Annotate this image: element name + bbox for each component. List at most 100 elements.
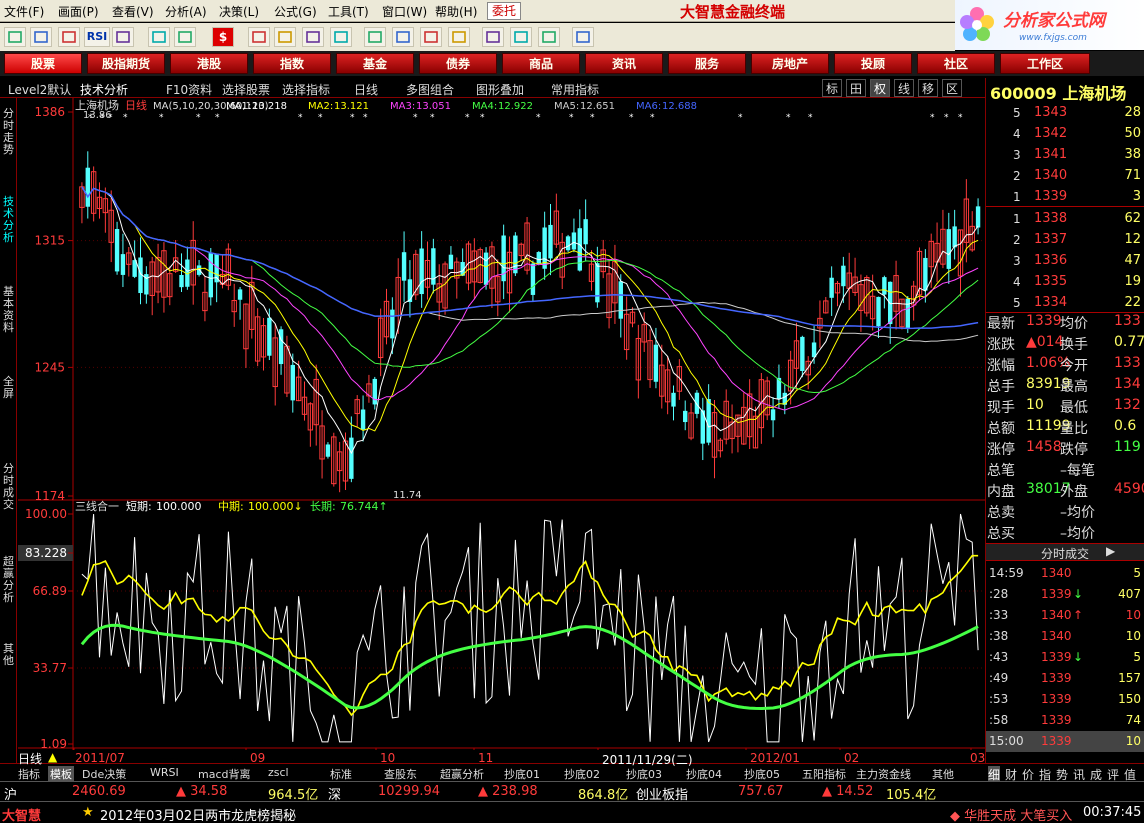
buy-row[interactable]: 1 1338 62	[986, 208, 1144, 229]
menu-tools[interactable]: 工具(T)	[328, 3, 369, 20]
grid-icon[interactable]	[112, 27, 134, 47]
nav-community[interactable]: 社区	[917, 53, 995, 74]
nav-bond[interactable]: 债券	[419, 53, 497, 74]
f10-info-button[interactable]: F10资料	[166, 81, 212, 98]
nav-fund[interactable]: 基金	[336, 53, 414, 74]
signal-icon[interactable]	[248, 27, 270, 47]
alert-ticker[interactable]: ◆ 华胜天成 大笔买入	[950, 805, 1072, 823]
diamond-icon[interactable]	[364, 27, 386, 47]
menu-decision[interactable]: 决策(L)	[219, 3, 259, 20]
window-icon[interactable]	[482, 27, 504, 47]
mode-move-button[interactable]: 移	[918, 79, 938, 97]
multi-chart-button[interactable]: 多图组合	[406, 81, 454, 98]
mode-mark-button[interactable]: 标	[822, 79, 842, 97]
indicator-tab[interactable]: 指标	[18, 766, 40, 782]
indicator-tab[interactable]: 超赢分析	[440, 766, 484, 782]
indicator-tab[interactable]: 五阳指标	[802, 766, 846, 782]
indicator-tab[interactable]: 模板	[48, 766, 74, 782]
nav-realestate[interactable]: 房地产	[751, 53, 829, 74]
crosshair-icon[interactable]	[148, 27, 170, 47]
mode-line-button[interactable]: 线	[894, 79, 914, 97]
rsi-icon[interactable]: RSI	[84, 27, 110, 47]
common-indicator-button[interactable]: 常用指标	[551, 81, 599, 98]
menu-file[interactable]: 文件(F)	[4, 3, 44, 20]
buy-row[interactable]: 2 1337 12	[986, 229, 1144, 250]
mode-grid-button[interactable]: 田	[846, 79, 866, 97]
select-indicator-button[interactable]: 选择指标	[282, 81, 330, 98]
indicator-tab[interactable]: zscl	[268, 766, 289, 779]
weituo-button[interactable]: 委托	[487, 2, 522, 20]
menu-view-screen[interactable]: 画面(P)	[58, 3, 99, 20]
tab-fullscreen[interactable]: 全屏	[0, 376, 17, 416]
indicator-tab[interactable]: 标准	[330, 766, 352, 782]
indicator-tab[interactable]: 抄底01	[504, 766, 540, 782]
period-caption[interactable]: 日线	[18, 750, 42, 767]
mode-fuquan-button[interactable]: 权	[870, 79, 890, 97]
play-icon[interactable]: ▶	[1106, 544, 1115, 558]
indicator-tab[interactable]: 查股东	[384, 766, 417, 782]
flag-icon[interactable]	[302, 27, 324, 47]
nav-commodity[interactable]: 商品	[502, 53, 580, 74]
sell-row[interactable]: 4 1342 50	[986, 123, 1144, 144]
indicator-tab[interactable]: WRSI	[150, 766, 179, 779]
display-icon[interactable]	[30, 27, 52, 47]
circle-icon[interactable]	[420, 27, 442, 47]
menu-formula[interactable]: 公式(G)	[274, 3, 317, 20]
indicator-tab[interactable]: 抄底04	[686, 766, 722, 782]
tab-other[interactable]: 其他	[0, 643, 17, 683]
mode-zone-button[interactable]: 区	[942, 79, 962, 97]
tab-time-trade[interactable]: 分时成交	[0, 463, 17, 523]
level2-default-button[interactable]: Level2默认	[8, 81, 71, 98]
nav-hk[interactable]: 港股	[170, 53, 248, 74]
chart-overlay-button[interactable]: 图形叠加	[476, 81, 524, 98]
buy-row[interactable]: 4 1335 19	[986, 271, 1144, 292]
menu-window[interactable]: 窗口(W)	[382, 3, 427, 20]
news-ticker[interactable]: 2012年03月02日两市龙虎榜揭秘	[100, 805, 296, 823]
tab-tech-analysis[interactable]: 技术分析	[0, 196, 17, 256]
tab-super-win[interactable]: 超赢分析	[0, 556, 17, 616]
indicator-tab[interactable]: Dde决策	[82, 766, 126, 782]
buy-row[interactable]: 5 1334 22	[986, 292, 1144, 313]
indicator-name: 三线合一	[75, 499, 119, 513]
nav-futures[interactable]: 股指期货	[87, 53, 165, 74]
nav-news[interactable]: 资讯	[585, 53, 663, 74]
tech-analysis-button[interactable]: 技术分析	[80, 81, 128, 98]
dollar-icon[interactable]: $	[212, 27, 234, 47]
period-daily-button[interactable]: 日线	[354, 81, 378, 98]
indicator-tab[interactable]: 其他	[932, 766, 954, 782]
nav-service[interactable]: 服务	[668, 53, 746, 74]
sell-row[interactable]: 5 1343 28	[986, 102, 1144, 123]
kline-chart[interactable]: 1386 1315 1245 1174 100.00 83.228 66.89 33.77 1.…	[18, 98, 985, 750]
ruler-icon[interactable]	[174, 27, 196, 47]
ticks-header[interactable]: 分时成交 ▶	[986, 543, 1144, 561]
data-icon[interactable]	[538, 27, 560, 47]
back-icon[interactable]	[4, 27, 26, 47]
nav-stocks[interactable]: 股票	[4, 53, 82, 74]
tab-basic-info[interactable]: 基本资料	[0, 286, 17, 356]
nav-index[interactable]: 指数	[253, 53, 331, 74]
tab-intraday[interactable]: 分时走势	[0, 108, 17, 168]
menu-analysis[interactable]: 分析(A)	[165, 3, 207, 20]
chart-icon[interactable]	[58, 27, 80, 47]
indicator-tab[interactable]: 抄底02	[564, 766, 600, 782]
help-icon[interactable]	[572, 27, 594, 47]
candy-icon[interactable]	[392, 27, 414, 47]
indicator-tab[interactable]: 抄底03	[626, 766, 662, 782]
select-stock-button[interactable]: 选择股票	[222, 81, 270, 98]
alert-icon[interactable]	[330, 27, 352, 47]
sell-row[interactable]: 3 1341 38	[986, 144, 1144, 165]
menu-view[interactable]: 查看(V)	[112, 3, 154, 20]
nav-advisor[interactable]: 投顾	[834, 53, 912, 74]
indicator-tab[interactable]: macd背离	[198, 766, 251, 782]
indicator-tab[interactable]: 抄底05	[744, 766, 780, 782]
sell-row[interactable]: 2 1340 71	[986, 165, 1144, 186]
nav-workspace[interactable]: 工作区	[1000, 53, 1090, 74]
buy-row[interactable]: 3 1336 47	[986, 250, 1144, 271]
book-icon[interactable]	[510, 27, 532, 47]
indicator-tab[interactable]: 主力资金线	[856, 766, 911, 782]
binoculars-icon[interactable]	[274, 27, 296, 47]
sell-row[interactable]: 1 1339 3	[986, 186, 1144, 207]
candle-body	[565, 236, 571, 251]
menu-help[interactable]: 帮助(H)	[435, 3, 477, 20]
note-icon[interactable]	[448, 27, 470, 47]
